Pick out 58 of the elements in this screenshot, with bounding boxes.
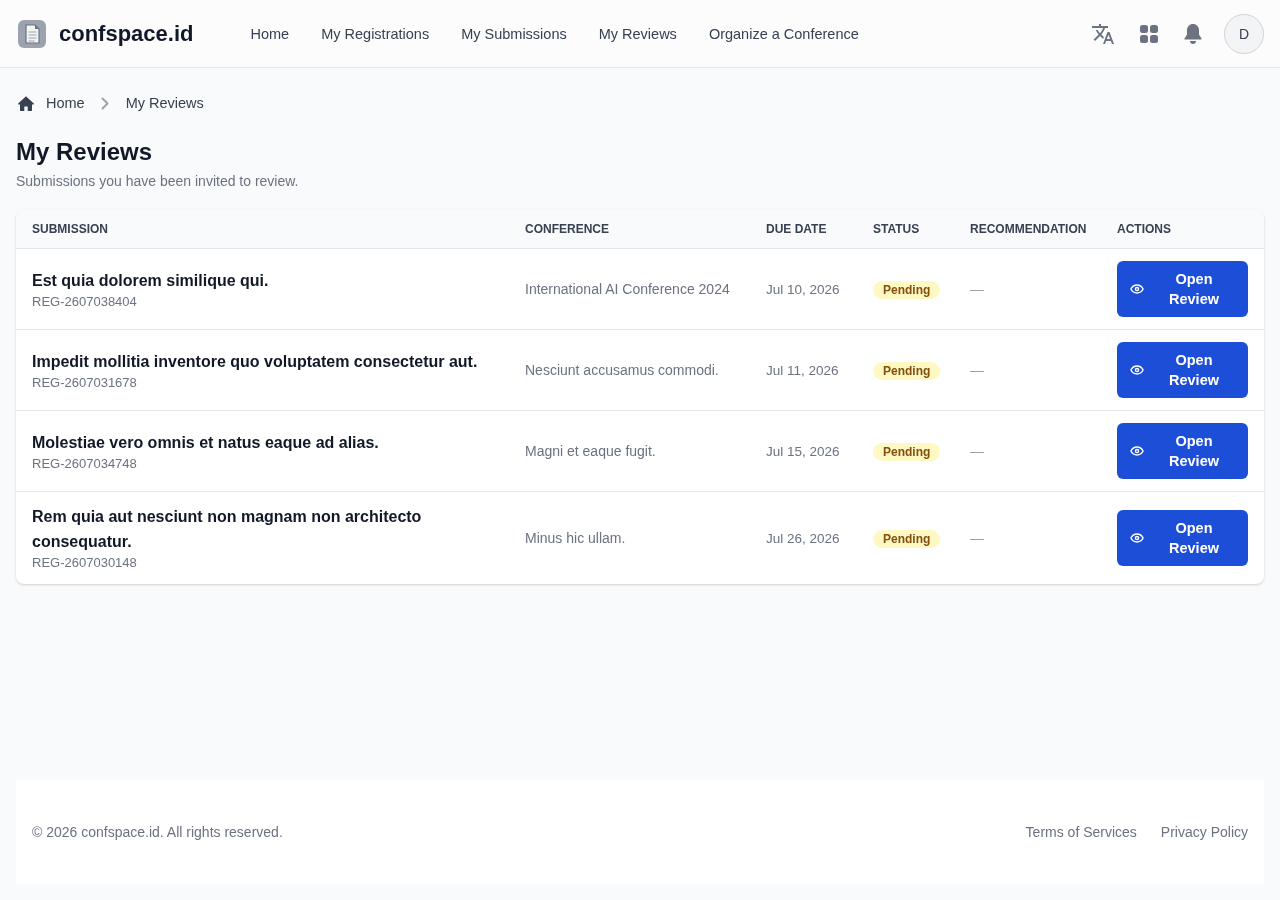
submission-code: REG-2607034748 <box>32 454 137 473</box>
nav-link[interactable]: My Submissions <box>461 25 567 42</box>
status-badge: Pending <box>873 361 941 380</box>
submission-code: REG-2607030148 <box>32 554 137 572</box>
eye-icon <box>1130 446 1144 456</box>
breadcrumb-current: My Reviews <box>125 95 204 111</box>
home-icon <box>18 95 34 111</box>
column-header: CONFERENCE <box>524 222 610 236</box>
breadcrumb-link[interactable]: Home <box>18 95 85 111</box>
status-badge: Pending <box>873 442 941 461</box>
recommendation-value: — <box>970 281 984 297</box>
submission-title: Est quia dolorem similique qui. <box>32 270 269 291</box>
column-header: DUE DATE <box>765 222 828 236</box>
due-date: Jul 15, 2026 <box>766 444 840 459</box>
due-date: Jul 26, 2026 <box>766 531 840 546</box>
submission-title: Molestiae vero omnis et natus eaque ad alias. <box>32 432 379 453</box>
eye-icon <box>1130 284 1144 294</box>
due-date: Jul 11, 2026 <box>766 363 839 378</box>
column-header: SUBMISSION <box>31 222 109 236</box>
apps-grid-icon[interactable] <box>1140 24 1158 43</box>
page-subtitle: Submissions you have been invited to review. <box>16 172 299 191</box>
conference-name: Minus hic ullam. <box>525 530 626 546</box>
nav-link[interactable]: Home <box>250 25 290 42</box>
column-header: RECOMMENDATION <box>969 222 1088 236</box>
status-badge: Pending <box>873 529 941 548</box>
submission-code: REG-2607031678 <box>32 373 137 392</box>
due-date: Jul 10, 2026 <box>766 282 840 297</box>
brand-name[interactable]: confspace.id <box>59 20 194 47</box>
footer-link[interactable]: Privacy Policy <box>1160 824 1248 840</box>
column-header: ACTIONS <box>1116 222 1172 236</box>
nav-link[interactable]: Organize a Conference <box>708 25 859 42</box>
chevron-right-icon <box>100 96 109 110</box>
open-review-button[interactable]: Open Review <box>1117 423 1248 479</box>
submission-title: Rem quia aut nesciunt non magnam non architecto consequatur. <box>32 507 423 552</box>
column-header: STATUS <box>872 222 921 236</box>
status-badge: Pending <box>873 280 941 299</box>
submission-title: Impedit mollitia inventore quo voluptatem consectetur aut. <box>32 351 478 372</box>
conference-name: Nesciunt accusamus commodi. <box>525 362 719 378</box>
eye-icon <box>1130 533 1144 543</box>
nav-link[interactable]: My Reviews <box>598 25 677 42</box>
eye-icon <box>1130 365 1144 375</box>
open-review-button[interactable]: Open Review <box>1117 261 1248 317</box>
conference-name: International AI Conference 2024 <box>525 281 730 297</box>
recommendation-value: — <box>970 443 984 459</box>
footer-link[interactable]: Terms of Services <box>1025 824 1137 840</box>
nav-link[interactable]: My Registrations <box>321 25 430 42</box>
copyright-text: © 2026 confspace.id. All rights reserved. <box>32 824 283 840</box>
user-avatar[interactable]: D <box>1224 13 1264 54</box>
submission-code: REG-2607038404 <box>32 292 137 311</box>
notification-bell-icon[interactable] <box>1184 23 1202 44</box>
translate-icon[interactable] <box>1092 23 1114 44</box>
recommendation-value: — <box>970 530 984 546</box>
conference-name: Magni et eaque fugit. <box>525 443 656 459</box>
document-logo-icon[interactable] <box>18 19 46 48</box>
page-title: My Reviews <box>16 137 153 167</box>
open-review-button[interactable]: Open Review <box>1117 510 1248 566</box>
open-review-button[interactable]: Open Review <box>1117 342 1248 398</box>
recommendation-value: — <box>970 362 984 378</box>
